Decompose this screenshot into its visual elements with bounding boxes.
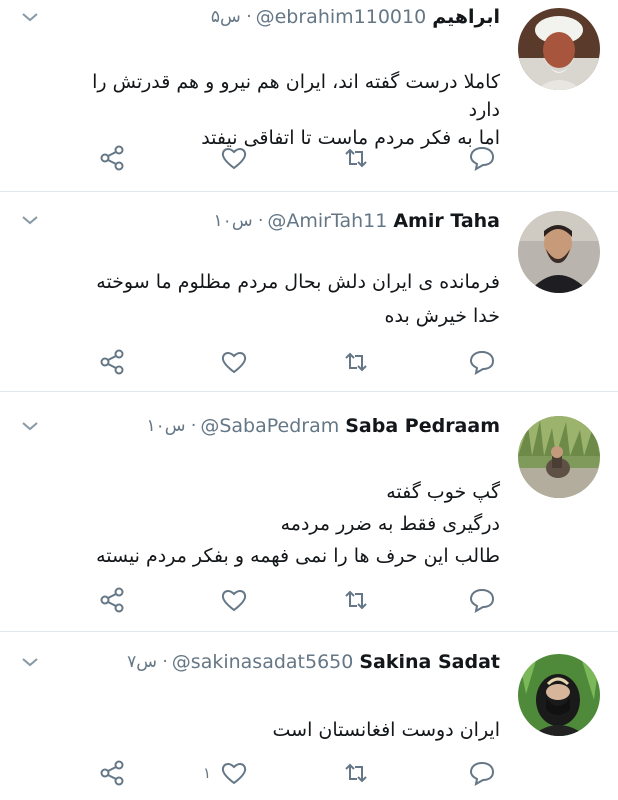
reply-tweet[interactable]: Sakina Sadat @sakinasadat5650 ۷س · ایران… xyxy=(0,632,618,800)
reply-tweet[interactable]: Saba Pedraam @SabaPedram ۱۰س · گپ خوب گف… xyxy=(0,392,618,632)
tweet-header: ابراهیم @ebrahim110010 ۵س · xyxy=(211,2,500,32)
retweet-icon[interactable] xyxy=(342,759,370,787)
retweet-icon[interactable] xyxy=(342,586,370,614)
reply-icon[interactable] xyxy=(468,348,496,376)
share-icon[interactable] xyxy=(98,144,126,172)
reply-tweet[interactable]: ابراهیم @ebrahim110010 ۵س · کاملا درست گ… xyxy=(0,0,618,192)
tweet-header: Sakina Sadat @sakinasadat5650 ۷س · xyxy=(127,647,500,677)
chevron-down-icon[interactable] xyxy=(20,654,40,668)
timestamp[interactable]: ۵س · xyxy=(211,7,252,27)
chevron-down-icon[interactable] xyxy=(20,418,40,432)
avatar[interactable] xyxy=(518,8,600,90)
share-icon[interactable] xyxy=(98,348,126,376)
like-count: ۱ xyxy=(203,764,212,782)
tweet-line: گپ خوب گفته xyxy=(386,481,500,503)
reply-icon[interactable] xyxy=(468,586,496,614)
tweet-actions xyxy=(0,144,618,174)
tweet-header: Saba Pedraam @SabaPedram ۱۰س · xyxy=(146,411,500,441)
chevron-down-icon[interactable] xyxy=(20,212,40,226)
share-icon[interactable] xyxy=(98,759,126,787)
heart-icon[interactable] xyxy=(220,759,248,787)
display-name[interactable]: Sakina Sadat xyxy=(359,651,500,673)
user-handle[interactable]: @SabaPedram xyxy=(200,415,339,437)
share-icon[interactable] xyxy=(98,586,126,614)
avatar[interactable] xyxy=(518,654,600,736)
tweet-line: فرمانده ی ایران دلش بحال مردم مظلوم ما س… xyxy=(96,271,500,293)
reply-icon[interactable] xyxy=(468,144,496,172)
tweet-text: ایران دوست افغانستان است xyxy=(60,716,501,744)
retweet-icon[interactable] xyxy=(342,144,370,172)
user-handle[interactable]: @ebrahim110010 xyxy=(256,6,427,28)
reply-icon[interactable] xyxy=(468,759,496,787)
timestamp[interactable]: ۱۰س · xyxy=(146,416,196,436)
tweet-actions xyxy=(0,586,618,616)
retweet-icon[interactable] xyxy=(342,348,370,376)
tweet-actions xyxy=(0,348,618,378)
display-name[interactable]: Saba Pedraam xyxy=(345,415,500,437)
heart-icon[interactable] xyxy=(220,144,248,172)
display-name[interactable]: ابراهیم xyxy=(432,6,500,28)
heart-icon[interactable] xyxy=(220,348,248,376)
tweet-text: گپ خوب گفته درگیری فقط به ضرر مردمه طالب… xyxy=(60,478,500,570)
user-handle[interactable]: @AmirTah11 xyxy=(267,210,387,232)
display-name[interactable]: Amir Taha xyxy=(393,210,500,232)
tweet-line: طالب این حرف ها را نمی فهمه و بفکر مردم … xyxy=(96,545,500,567)
tweet-header: Amir Taha @AmirTah11 ۱۰س · xyxy=(214,206,500,236)
chevron-down-icon[interactable] xyxy=(20,9,40,23)
tweet-line: ایران دوست افغانستان است xyxy=(272,719,501,741)
heart-icon[interactable] xyxy=(220,586,248,614)
tweet-line: خدا خیرش بده xyxy=(384,305,500,327)
tweet-text: کاملا درست گفته اند، ایران هم نیرو و هم … xyxy=(60,68,500,152)
tweet-text: فرمانده ی ایران دلش بحال مردم مظلوم ما س… xyxy=(60,268,500,330)
avatar[interactable] xyxy=(518,211,600,293)
timestamp[interactable]: ۷س · xyxy=(127,652,168,672)
tweet-line: کاملا درست گفته اند، ایران هم نیرو و هم … xyxy=(92,71,500,121)
reply-tweet[interactable]: Amir Taha @AmirTah11 ۱۰س · فرمانده ی ایر… xyxy=(0,192,618,392)
tweet-actions: ۱ xyxy=(0,759,618,789)
tweet-line: درگیری فقط به ضرر مردمه xyxy=(280,513,500,535)
avatar[interactable] xyxy=(518,416,600,498)
timestamp[interactable]: ۱۰س · xyxy=(214,211,264,231)
user-handle[interactable]: @sakinasadat5650 xyxy=(172,651,354,673)
